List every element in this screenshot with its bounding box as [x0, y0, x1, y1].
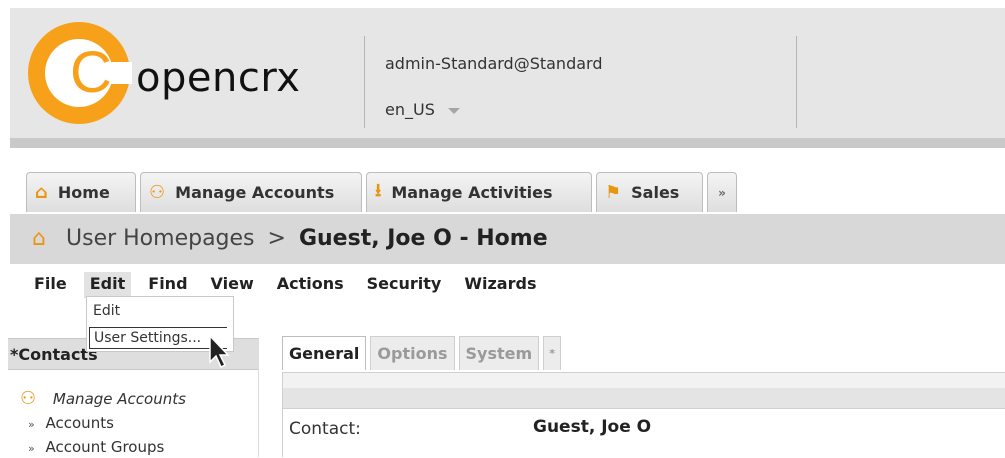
breadcrumb-separator: > — [267, 226, 286, 251]
menu-bar: File Edit Find View Actions Security Wiz… — [28, 272, 553, 298]
tab-label: Sales — [631, 183, 680, 202]
field-label: Contact: — [289, 419, 361, 439]
logo-text: opencrx — [136, 55, 301, 101]
nav-group-manage-accounts[interactable]: ⚇ Manage Accounts — [20, 388, 186, 409]
tab-label: Manage Accounts — [175, 183, 335, 202]
field-row-contact: Contact: Guest, Joe O — [283, 408, 1005, 458]
content-divider — [283, 388, 1005, 408]
opencrx-logo[interactable]: C opencrx — [28, 22, 338, 132]
header-divider — [796, 36, 797, 128]
tab-options[interactable]: Options — [370, 336, 455, 370]
breadcrumb-current: Guest, Joe O - Home — [298, 226, 548, 251]
field-value-contact[interactable]: Guest, Joe O — [533, 417, 651, 437]
tab-more[interactable]: » — [707, 172, 737, 212]
menu-item-edit[interactable]: Edit — [93, 303, 120, 319]
nav-link-label: Accounts — [45, 414, 114, 432]
download-tray-icon: ⭳ — [375, 179, 382, 201]
tab-home[interactable]: ⌂ Home — [26, 172, 136, 212]
nav-group-label: Manage Accounts — [52, 390, 186, 408]
menu-wizards[interactable]: Wizards — [458, 272, 542, 298]
menu-edit[interactable]: Edit — [83, 272, 132, 298]
content-divider — [283, 372, 1005, 389]
tab-sales[interactable]: ⚑ Sales — [596, 172, 703, 212]
people-icon: ⚇ — [20, 388, 37, 409]
menu-view[interactable]: View — [205, 272, 260, 298]
menu-actions[interactable]: Actions — [271, 272, 350, 298]
panel-title: *Contacts — [10, 345, 98, 364]
current-user: admin-Standard@Standard — [385, 54, 603, 73]
tab-manage-activities[interactable]: ⭳ Manage Activities — [366, 172, 592, 212]
more-icon: » — [718, 185, 726, 200]
home-icon: ⌂ — [35, 182, 48, 203]
bullet-icon: » — [28, 418, 35, 431]
tab-general[interactable]: General — [282, 336, 367, 370]
flag-icon: ⚑ — [605, 182, 622, 203]
header-divider — [364, 36, 365, 128]
nav-link-account-groups[interactable]: » Account Groups — [28, 438, 164, 456]
page-title: User Homepages > Guest, Joe O - Home — [66, 226, 548, 252]
mouse-cursor-icon — [209, 334, 230, 369]
nav-link-accounts[interactable]: » Accounts — [28, 414, 114, 432]
breadcrumb: ⌂ User Homepages > Guest, Joe O - Home — [10, 214, 1005, 264]
tab-system[interactable]: System — [458, 336, 540, 370]
tab-label: Home — [57, 183, 110, 202]
locale-selector[interactable]: en_US — [385, 100, 460, 119]
bullet-icon: » — [28, 442, 35, 455]
menu-security[interactable]: Security — [361, 272, 448, 298]
detail-tabs: General Options System * — [282, 336, 565, 372]
menu-find[interactable]: Find — [142, 272, 193, 298]
logo-c-icon: C — [70, 40, 112, 105]
menu-file[interactable]: File — [28, 272, 73, 298]
breadcrumb-parent[interactable]: User Homepages — [66, 226, 255, 251]
chevron-down-icon[interactable] — [447, 107, 460, 114]
main-tabs: ⌂ Home ⚇ Manage Accounts ⭳ Manage Activi… — [26, 172, 741, 214]
detail-content: Contact: Guest, Joe O — [282, 372, 1005, 458]
tab-label: Manage Activities — [391, 183, 553, 202]
nav-link-label: Account Groups — [45, 438, 165, 456]
menu-item-user-settings[interactable]: User Settings... — [89, 327, 227, 349]
tab-more[interactable]: * — [543, 336, 562, 370]
people-icon: ⚇ — [149, 182, 166, 203]
locale-value: en_US — [385, 100, 435, 119]
tab-manage-accounts[interactable]: ⚇ Manage Accounts — [140, 172, 362, 212]
home-icon[interactable]: ⌂ — [32, 226, 46, 251]
app-header: C opencrx admin-Standard@Standard en_US — [10, 8, 1005, 148]
